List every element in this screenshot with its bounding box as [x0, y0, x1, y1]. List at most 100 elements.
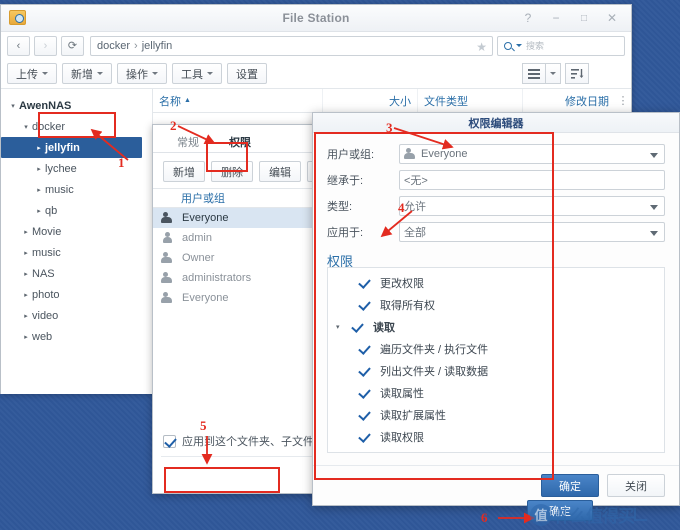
sidebar-item-video[interactable]: ▸video — [1, 305, 152, 326]
group-icon — [161, 272, 174, 284]
tree-expand-icon[interactable]: ▸ — [33, 207, 45, 215]
delete-permission-button[interactable]: 删除 — [211, 161, 253, 182]
tree-expand-icon[interactable]: ▸ — [20, 270, 32, 278]
sidebar-item-movie[interactable]: ▸Movie — [1, 221, 152, 242]
sort-ascending-icon: ▲ — [184, 97, 191, 104]
permission-checkbox[interactable] — [353, 321, 366, 334]
sort-icon — [571, 68, 584, 80]
search-placeholder: 搜索 — [526, 39, 544, 52]
list-view-button[interactable] — [522, 63, 546, 84]
type-select[interactable]: 允许 — [399, 196, 665, 216]
edit-permission-button[interactable]: 编辑 — [259, 161, 301, 182]
tree-expand-icon[interactable]: ▸ — [33, 144, 45, 152]
sidebar-item-label: music — [45, 184, 74, 196]
forward-button[interactable]: › — [34, 36, 57, 56]
sidebar-item-qb[interactable]: ▸qb — [1, 200, 152, 221]
tab-general[interactable]: 常规 — [163, 131, 213, 153]
column-options-menu-icon[interactable]: ⋮ — [615, 89, 631, 113]
minimize-button[interactable]: − — [543, 8, 569, 28]
chevron-down-icon — [650, 153, 658, 158]
annotation-number-1: 1 — [118, 155, 125, 171]
permission-checkbox[interactable] — [360, 299, 373, 312]
permission-ok-button[interactable]: 确定 — [541, 474, 599, 497]
sidebar-item-label: music — [32, 247, 61, 259]
apply-to-subfolders-checkbox[interactable] — [163, 435, 176, 448]
create-button[interactable]: 新增 — [62, 63, 112, 84]
tree-expand-icon[interactable]: ▸ — [20, 312, 32, 320]
sidebar-item-web[interactable]: ▸web — [1, 326, 152, 347]
tree-collapse-icon[interactable]: ▾ — [7, 102, 19, 110]
tree-collapse-icon[interactable]: ▾ — [20, 123, 32, 131]
tree-expand-icon[interactable]: ▸ — [33, 165, 45, 173]
tree-expand-icon[interactable]: ▸ — [20, 249, 32, 257]
column-header-size[interactable]: 大小 — [323, 89, 418, 113]
sidebar-item-nas[interactable]: ▸NAS — [1, 263, 152, 284]
sidebar-item-awennas[interactable]: ▾AwenNAS — [1, 95, 152, 116]
permission-editor-footer: 确定 关闭 — [313, 465, 679, 505]
permission-row[interactable]: 读取权限 — [328, 426, 664, 448]
tree-expand-icon[interactable]: ▸ — [20, 291, 32, 299]
maximize-button[interactable]: □ — [571, 8, 597, 28]
back-button[interactable]: ‹ — [7, 36, 30, 56]
close-button[interactable]: ✕ — [599, 8, 625, 28]
permission-row[interactable]: 取得所有权 — [328, 294, 664, 316]
permission-checkbox[interactable] — [360, 343, 373, 356]
sidebar-item-music[interactable]: ▸music — [1, 179, 152, 200]
help-button[interactable]: ? — [515, 8, 541, 28]
inherited-from-value-box: <无> — [399, 170, 665, 190]
permission-checkbox[interactable] — [360, 277, 373, 290]
chevron-down-icon — [650, 205, 658, 210]
permission-checkbox[interactable] — [353, 453, 366, 454]
column-header-filetype[interactable]: 文件类型 — [418, 89, 523, 113]
search-input[interactable]: 搜索 — [497, 36, 625, 56]
column-header-name[interactable]: 名称 ▲ — [153, 89, 323, 113]
permission-checkbox[interactable] — [360, 409, 373, 422]
view-mode-dropdown[interactable] — [546, 63, 561, 84]
annotation-number-6: 6 — [481, 510, 488, 526]
permission-close-button[interactable]: 关闭 — [607, 474, 665, 497]
user-group-select[interactable]: Everyone — [399, 144, 665, 164]
permission-row[interactable]: 更改权限 — [328, 272, 664, 294]
permission-row[interactable]: ▾读取 — [328, 316, 664, 338]
tree-expand-icon[interactable]: ▸ — [20, 333, 32, 341]
permission-checkbox[interactable] — [360, 387, 373, 400]
sidebar-item-music[interactable]: ▸music — [1, 242, 152, 263]
permission-row[interactable]: 读取属性 — [328, 382, 664, 404]
user-group-name: administrators — [182, 272, 251, 284]
sidebar-item-lychee[interactable]: ▸lychee — [1, 158, 152, 179]
user-group-value: Everyone — [421, 148, 467, 160]
permission-checkbox[interactable] — [360, 431, 373, 444]
sidebar-item-photo[interactable]: ▸photo — [1, 284, 152, 305]
tools-button[interactable]: 工具 — [172, 63, 222, 84]
tree-expand-icon[interactable]: ▸ — [33, 186, 45, 194]
permission-editor-title: 权限编辑器 — [313, 113, 679, 133]
column-header-moddate[interactable]: 修改日期 — [523, 89, 615, 113]
group-icon — [161, 212, 174, 224]
tree-collapse-icon[interactable]: ▾ — [336, 323, 346, 331]
tab-permissions[interactable]: 权限 — [215, 131, 265, 153]
favorite-star-icon[interactable]: ★ — [476, 40, 487, 54]
watermark-logo-icon: 值 — [530, 504, 552, 526]
tree-expand-icon[interactable]: ▸ — [20, 228, 32, 236]
breadcrumb-separator: › — [134, 40, 138, 52]
breadcrumb[interactable]: docker › jellyfin ★ — [90, 36, 493, 56]
apply-to-select[interactable]: 全部 — [399, 222, 665, 242]
permission-row[interactable]: 列出文件夹 / 读取数据 — [328, 360, 664, 382]
upload-button[interactable]: 上传 — [7, 63, 57, 84]
sort-button[interactable] — [565, 63, 589, 84]
permission-row[interactable]: 读取扩展属性 — [328, 404, 664, 426]
sidebar-item-label: docker — [32, 121, 65, 133]
tools-button-label: 工具 — [181, 66, 203, 82]
permission-checkbox[interactable] — [360, 365, 373, 378]
watermark-text: 什么值得买 — [554, 502, 634, 527]
search-chevron-down-icon[interactable] — [516, 44, 522, 47]
settings-button[interactable]: 设置 — [227, 63, 267, 84]
breadcrumb-item-jellyfin[interactable]: jellyfin — [142, 40, 173, 52]
refresh-button[interactable]: ⟳ — [61, 36, 84, 56]
breadcrumb-item-docker[interactable]: docker — [97, 40, 130, 52]
permission-row[interactable]: ▾写入 — [328, 448, 664, 453]
permission-row[interactable]: 遍历文件夹 / 执行文件 — [328, 338, 664, 360]
sidebar-item-docker[interactable]: ▾docker — [1, 116, 152, 137]
action-button[interactable]: 操作 — [117, 63, 167, 84]
add-permission-button[interactable]: 新增 — [163, 161, 205, 182]
